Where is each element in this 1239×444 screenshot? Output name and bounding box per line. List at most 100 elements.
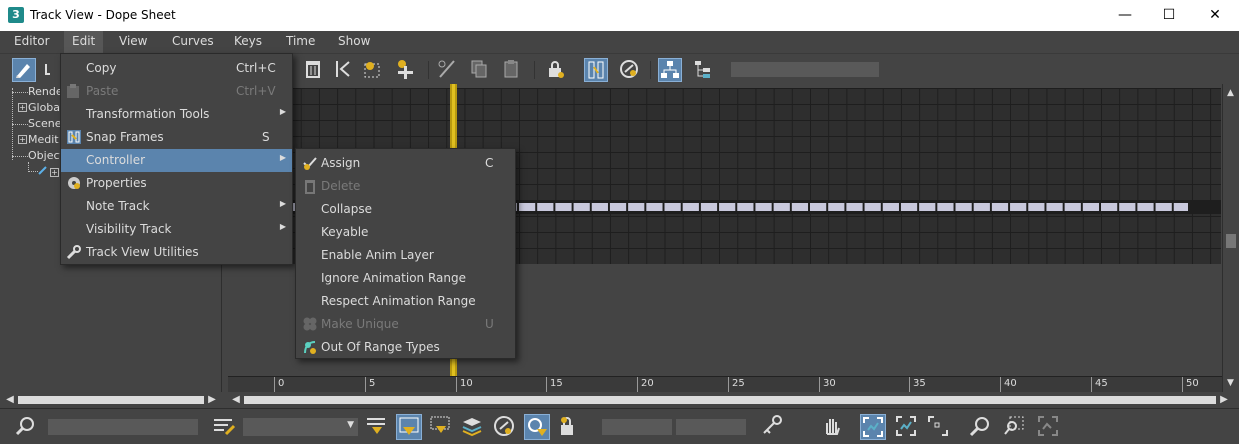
toolbar-divider <box>428 61 429 79</box>
paste-icon[interactable] <box>500 58 524 82</box>
zoom-icon[interactable] <box>968 414 994 440</box>
scroll-right-icon[interactable]: ▶ <box>1216 392 1232 408</box>
menu-item-track-view-utilities[interactable]: Track View Utilities <box>61 241 292 264</box>
show-keyable-icon[interactable] <box>492 414 518 440</box>
menu-item-label: Visibility Track <box>86 222 172 236</box>
ruler-tick: 15 <box>546 377 563 392</box>
menu-item-shortcut: S <box>262 130 270 144</box>
vertical-scrollbar[interactable]: ▲ ▼ <box>1222 84 1239 392</box>
menu-item-visibility-track[interactable]: Visibility Track ▶ <box>61 218 292 241</box>
key-mode-icon[interactable] <box>760 414 786 440</box>
zoom-selected-icon[interactable] <box>14 414 40 440</box>
scroll-thumb[interactable] <box>244 396 1216 404</box>
track-name-field[interactable] <box>731 62 879 77</box>
tree-connector <box>28 171 38 172</box>
menu-item-label: Keyable <box>321 225 369 239</box>
scroll-left-icon[interactable]: ◀ <box>228 392 244 408</box>
filter-icon[interactable] <box>12 58 36 82</box>
filter-list-icon[interactable] <box>364 414 390 440</box>
expand-icon[interactable]: + <box>50 168 59 177</box>
frame-horizontal-icon[interactable] <box>926 414 952 440</box>
ruler-tick: 5 <box>365 377 375 392</box>
app-logo-icon: 3 <box>8 7 24 23</box>
tree-item-objects[interactable]: Object <box>28 149 64 162</box>
menu-item-delete[interactable]: Delete <box>296 175 515 198</box>
menu-show[interactable]: Show <box>330 31 378 53</box>
tree-view-icon[interactable] <box>692 58 716 82</box>
menu-item-note-track[interactable]: Note Track ▶ <box>61 195 292 218</box>
name-edit-icon[interactable] <box>212 414 238 440</box>
show-keyable-icon[interactable] <box>618 58 642 82</box>
frame-field[interactable] <box>602 419 672 435</box>
zoom-extents-icon[interactable] <box>860 414 886 440</box>
menu-keys[interactable]: Keys <box>226 31 270 53</box>
tree-hscrollbar[interactable]: ◀ ▶ <box>0 392 222 408</box>
submenu-arrow-icon: ▶ <box>279 107 286 116</box>
menu-view[interactable]: View <box>111 31 155 53</box>
tree-item-scene[interactable]: Scene <box>28 117 62 130</box>
snap-frames-icon[interactable] <box>584 58 608 82</box>
isolate-curve-icon[interactable] <box>1036 414 1062 440</box>
time-ruler[interactable]: 0 5 10 15 20 25 30 35 40 45 50 <box>228 376 1222 392</box>
tree-item-medit[interactable]: Medit <box>28 133 59 146</box>
menu-editor[interactable]: Editor <box>6 31 58 53</box>
tree-item-global[interactable]: Global <box>28 101 63 114</box>
delete-icon <box>302 178 318 194</box>
maximize-button[interactable]: ☐ <box>1146 0 1192 31</box>
menu-item-keyable[interactable]: Keyable <box>296 221 515 244</box>
scroll-left-icon[interactable]: ◀ <box>2 392 18 408</box>
menu-curves[interactable]: Curves <box>164 31 222 53</box>
pan-icon[interactable] <box>820 414 846 440</box>
edit-ranges-icon[interactable] <box>436 58 460 82</box>
copy-icon[interactable] <box>468 58 492 82</box>
ruler-tick: 0 <box>274 377 284 392</box>
scroll-down-icon[interactable]: ▼ <box>1227 378 1234 388</box>
lock-filter-icon[interactable] <box>556 414 582 440</box>
menu-item-label: Collapse <box>321 202 372 216</box>
expand-icon[interactable]: + <box>18 103 27 112</box>
menu-item-ignore-animation-range[interactable]: Ignore Animation Range <box>296 267 515 290</box>
menu-item-out-of-range-types[interactable]: Out Of Range Types <box>296 336 515 359</box>
filter-animated-icon[interactable] <box>428 414 454 440</box>
scroll-up-icon[interactable]: ▲ <box>1227 88 1234 98</box>
menu-edit[interactable]: Edit <box>64 31 104 53</box>
menu-item-properties[interactable]: Properties <box>61 172 292 195</box>
track-filter-dropdown[interactable]: ▼ <box>243 418 358 436</box>
selected-name-field[interactable] <box>48 419 198 435</box>
menu-item-label: Transformation Tools <box>86 107 210 121</box>
select-keys-icon[interactable] <box>362 58 386 82</box>
menu-item-copy[interactable]: Copy Ctrl+C <box>61 57 292 80</box>
scroll-thumb[interactable] <box>18 396 204 404</box>
close-button[interactable]: ✕ <box>1192 0 1238 31</box>
add-keys-icon[interactable] <box>394 58 418 82</box>
menu-item-snap-frames[interactable]: Snap Frames S <box>61 126 292 149</box>
toolbar-divider <box>650 61 651 79</box>
menu-item-paste[interactable]: Paste Ctrl+V <box>61 80 292 103</box>
menu-item-controller[interactable]: Controller ▶ <box>61 149 292 172</box>
sheet-hscrollbar[interactable]: ◀ ▶ <box>228 392 1239 408</box>
menu-item-collapse[interactable]: Collapse <box>296 198 515 221</box>
lock-icon[interactable] <box>544 58 568 82</box>
ruler-tick: 25 <box>728 377 745 392</box>
zoom-extents-selected-icon[interactable] <box>894 414 920 440</box>
filter-selected-icon[interactable] <box>396 414 422 440</box>
value-field[interactable] <box>676 419 746 435</box>
delete-keys-icon[interactable] <box>302 58 326 82</box>
move-keys-icon[interactable] <box>332 58 356 82</box>
hierarchy-icon[interactable] <box>658 58 682 82</box>
expand-icon[interactable]: + <box>18 135 27 144</box>
menu-item-shortcut: Ctrl+V <box>236 84 276 98</box>
filter-key-icon[interactable] <box>524 414 550 440</box>
layers-icon[interactable] <box>460 414 486 440</box>
menu-item-transformation-tools[interactable]: Transformation Tools ▶ <box>61 103 292 126</box>
menu-item-respect-animation-range[interactable]: Respect Animation Range <box>296 290 515 313</box>
minimize-button[interactable]: — <box>1102 0 1148 31</box>
zoom-region-icon[interactable] <box>1002 414 1028 440</box>
scroll-right-icon[interactable]: ▶ <box>204 392 220 408</box>
menu-item-enable-anim-layer[interactable]: Enable Anim Layer <box>296 244 515 267</box>
scroll-thumb[interactable] <box>1226 234 1236 248</box>
tree-item-render[interactable]: Rende <box>28 85 63 98</box>
menu-item-assign[interactable]: Assign C <box>296 152 515 175</box>
menu-time[interactable]: Time <box>278 31 323 53</box>
menu-item-make-unique[interactable]: Make Unique U <box>296 313 515 336</box>
